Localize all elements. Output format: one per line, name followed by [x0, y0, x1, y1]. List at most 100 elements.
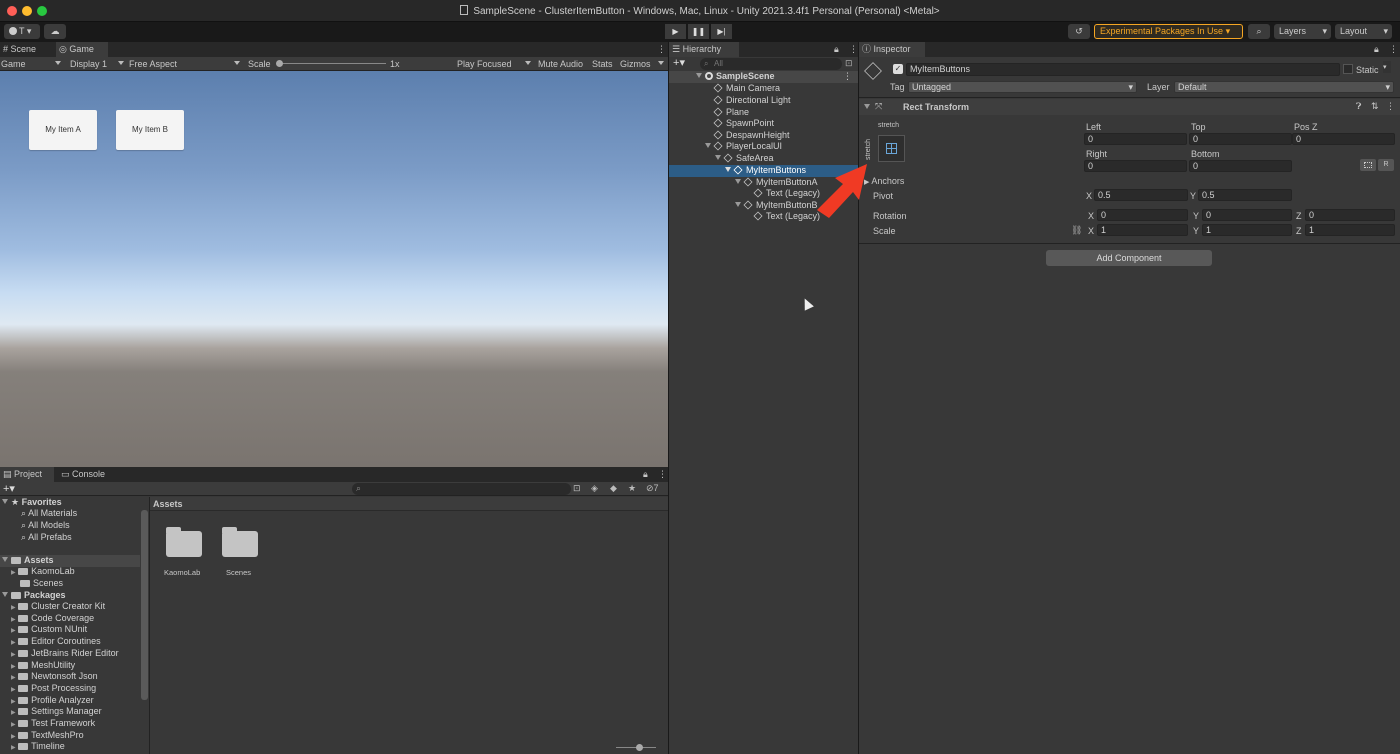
bottom-input[interactable]: 0 [1189, 160, 1292, 172]
package-folder-item[interactable]: ▶ MeshUtility [11, 660, 75, 672]
package-folder-item[interactable]: ▶ Post Processing [11, 683, 96, 695]
create-add-button[interactable]: +▾ [3, 482, 15, 495]
lock-icon[interactable]: 🔒︎ [1371, 42, 1383, 57]
lock-icon[interactable]: 🔒︎ [831, 42, 843, 57]
scale-slider-track[interactable] [280, 63, 386, 64]
undo-history-button[interactable]: ↺ [1068, 24, 1090, 39]
component-menu-icon[interactable]: ⋮ [1386, 101, 1395, 112]
pivot-y-input[interactable]: 0.5 [1198, 189, 1292, 201]
hierarchy-item-plane[interactable]: Plane [669, 107, 858, 119]
anchor-preset-button[interactable] [878, 135, 905, 162]
posz-input[interactable]: 0 [1292, 133, 1395, 145]
panel-divider[interactable] [149, 497, 150, 754]
static-dropdown[interactable]: ▾ [1383, 61, 1391, 73]
rotation-y-input[interactable]: 0 [1202, 209, 1292, 221]
lock-icon[interactable]: 🔒︎ [640, 467, 652, 482]
rect-transform-header[interactable]: ⤧ Rect Transform ❓︎ ⇅ ⋮ [859, 99, 1400, 115]
hierarchy-item-player-local-ui[interactable]: PlayerLocalUI [669, 141, 858, 153]
my-item-a-button[interactable]: My Item A [29, 110, 97, 150]
favorite-item[interactable]: ⌕ All Prefabs [21, 532, 72, 544]
tab-hierarchy[interactable]: ☰ Hierarchy [669, 42, 739, 57]
panel-menu-icon[interactable]: ⋮ [654, 42, 666, 57]
hierarchy-search-input[interactable]: ⌕ All [700, 58, 842, 70]
raw-edit-button[interactable]: R [1378, 159, 1394, 171]
asset-folder-item[interactable]: ▶ KaomoLab [11, 566, 75, 578]
tag-dropdown[interactable]: Untagged ▾ [908, 81, 1137, 93]
filter-by-label-icon[interactable]: ◆ [610, 483, 617, 494]
blueprint-mode-button[interactable] [1360, 159, 1376, 171]
assets-folder-row[interactable]: Assets [0, 555, 140, 567]
panel-menu-icon[interactable]: ⋮ [846, 42, 858, 57]
package-folder-item[interactable]: ▶ Profile Analyzer [11, 695, 94, 707]
favorites-header[interactable]: ★ Favorites [2, 497, 62, 509]
scene-menu-icon[interactable]: ⋮ [843, 71, 852, 83]
hierarchy-item-main-camera[interactable]: Main Camera [669, 83, 858, 95]
folder-large-icon[interactable] [166, 527, 202, 557]
step-button[interactable]: ▶| [711, 24, 732, 39]
game-mode-dropdown[interactable]: Game [1, 57, 63, 71]
display-dropdown[interactable]: Display 1 [70, 57, 126, 71]
scale-z-input[interactable]: 1 [1305, 224, 1395, 236]
active-checkbox[interactable]: ✓ [893, 64, 903, 74]
left-input[interactable]: 0 [1084, 133, 1187, 145]
right-input[interactable]: 0 [1084, 160, 1187, 172]
cloud-button[interactable]: ☁ [44, 24, 66, 39]
favorite-item[interactable]: ⌕ All Materials [21, 508, 77, 520]
package-folder-item[interactable]: ▶ Code Coverage [11, 613, 94, 625]
asset-folder-item[interactable]: Scenes [20, 578, 63, 590]
layout-dropdown[interactable]: Layout ▾ [1335, 24, 1392, 39]
tree-scrollbar[interactable] [141, 510, 148, 700]
hierarchy-item-directional-light[interactable]: Directional Light [669, 95, 858, 107]
tab-project[interactable]: ▤ Project [0, 467, 54, 482]
preset-icon[interactable]: ⇅ [1371, 101, 1379, 112]
tab-inspector[interactable]: ⓘ Inspector [859, 42, 925, 57]
package-folder-item[interactable]: ▶ Timeline [11, 741, 65, 753]
package-folder-item[interactable]: ▶ Cluster Creator Kit [11, 601, 105, 613]
package-folder-item[interactable]: ▶ Newtonsoft Json [11, 671, 98, 683]
play-focused-dropdown[interactable]: Play Focused [457, 57, 533, 71]
link-icon[interactable]: ⛓︎ [1071, 225, 1082, 236]
folder-label[interactable]: Scenes [226, 568, 251, 577]
scale-x-input[interactable]: 1 [1097, 224, 1188, 236]
account-dropdown[interactable]: T ▾ [4, 24, 40, 39]
icon-size-slider-handle[interactable] [636, 744, 643, 751]
add-component-button[interactable]: Add Component [1046, 250, 1212, 266]
rotation-x-input[interactable]: 0 [1097, 209, 1188, 221]
search-button[interactable]: ⌕ [1248, 24, 1270, 39]
hierarchy-scene-row[interactable]: SampleScene ⋮ [669, 71, 858, 83]
favorite-star-icon[interactable]: ★ [628, 483, 636, 494]
packages-folder-row[interactable]: Packages [2, 590, 66, 602]
folder-large-icon[interactable] [222, 527, 258, 557]
scale-y-input[interactable]: 1 [1202, 224, 1292, 236]
hidden-packages-toggle[interactable]: ⊘7 [646, 483, 659, 494]
gizmos-dropdown[interactable]: Gizmos [620, 57, 666, 71]
help-icon[interactable]: ❓︎ [1356, 101, 1361, 112]
package-folder-item[interactable]: ▶ JetBrains Rider Editor [11, 648, 119, 660]
hierarchy-item-spawn-point[interactable]: SpawnPoint [669, 118, 858, 130]
layers-dropdown[interactable]: Layers ▾ [1274, 24, 1331, 39]
experimental-packages-dropdown[interactable]: Experimental Packages In Use ▾ [1094, 24, 1243, 39]
object-name-input[interactable]: MyItemButtons [906, 63, 1340, 76]
game-viewport[interactable]: My Item A My Item B [0, 71, 668, 467]
panel-menu-icon[interactable]: ⋮ [1386, 42, 1398, 57]
search-by-type-icon[interactable]: ⊡ [573, 483, 581, 494]
scale-slider-handle[interactable] [276, 60, 283, 67]
tab-scene[interactable]: # Scene [0, 42, 54, 57]
mute-audio-toggle[interactable]: Mute Audio [538, 57, 583, 71]
package-folder-item[interactable]: ▶ Custom NUnit [11, 624, 87, 636]
static-checkbox[interactable] [1343, 64, 1353, 74]
stats-toggle[interactable]: Stats [592, 57, 613, 71]
layer-dropdown[interactable]: Default ▾ [1174, 81, 1394, 93]
filter-by-type-icon[interactable]: ◈ [591, 483, 598, 494]
aspect-dropdown[interactable]: Free Aspect [129, 57, 243, 71]
breadcrumb-assets[interactable]: Assets [153, 499, 183, 509]
pause-button[interactable]: ❚❚ [688, 24, 709, 39]
project-search-input[interactable]: ⌕ [352, 483, 571, 495]
panel-menu-icon[interactable]: ⋮ [655, 467, 667, 482]
package-folder-item[interactable]: ▶ TextMeshPro [11, 730, 84, 742]
my-item-b-button[interactable]: My Item B [116, 110, 184, 150]
rotation-z-input[interactable]: 0 [1305, 209, 1395, 221]
package-folder-item[interactable]: ▶ Settings Manager [11, 706, 102, 718]
package-folder-item[interactable]: ▶ Test Framework [11, 718, 95, 730]
folder-label[interactable]: KaomoLab [164, 568, 200, 577]
